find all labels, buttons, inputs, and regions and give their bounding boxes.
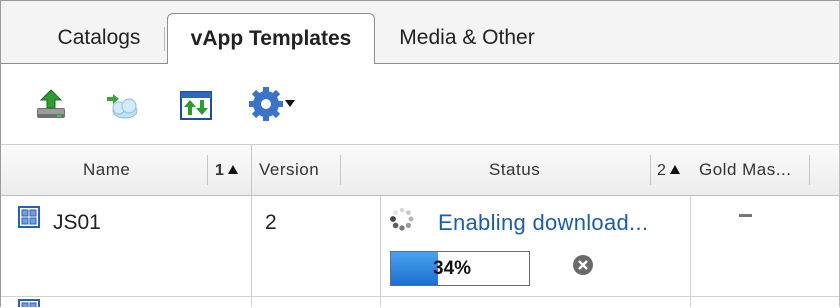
tab-bar: Catalogs vApp Templates Media & Other <box>1 1 839 65</box>
column-header-gold-master[interactable]: Gold Mas... <box>699 145 791 195</box>
sort-ascending-icon <box>669 165 680 174</box>
column-divider <box>340 155 341 185</box>
cell-name[interactable]: JS01 <box>53 211 101 235</box>
progress-bar: 34% <box>390 251 530 286</box>
cancel-icon[interactable] <box>571 253 595 277</box>
column-divider <box>251 145 252 195</box>
column-header-name[interactable]: Name <box>83 145 130 195</box>
column-header-status[interactable]: Status <box>489 145 540 195</box>
column-divider <box>650 155 651 185</box>
tab-catalogs[interactable]: Catalogs <box>39 13 165 63</box>
sort-order-label: 2 <box>657 162 666 179</box>
vapp-template-icon <box>18 299 40 307</box>
status-text[interactable]: Enabling download... <box>438 210 648 236</box>
progress-bar-fill <box>391 252 438 285</box>
column-divider <box>809 155 810 185</box>
add-to-cloud-icon[interactable] <box>103 86 143 126</box>
loading-spinner-icon <box>389 206 415 232</box>
column-divider <box>207 155 208 185</box>
sort-indicator-status[interactable]: 2 <box>657 145 680 195</box>
gear-actions-icon[interactable] <box>249 86 299 126</box>
tab-media-and-other[interactable]: Media & Other <box>387 13 547 63</box>
row-divider <box>1 296 839 297</box>
cell-version: 2 <box>265 211 277 234</box>
cell-gold-master <box>739 214 752 217</box>
progress-percentage: 34% <box>433 258 472 279</box>
sort-ascending-icon <box>227 165 238 174</box>
sort-order-label: 1 <box>215 162 224 179</box>
upload-icon[interactable] <box>31 86 71 126</box>
column-header-version[interactable]: Version <box>259 145 319 195</box>
grid-header: Name 1 Version Status 2 Gold Mas... <box>1 145 839 196</box>
sort-indicator-name[interactable]: 1 <box>215 145 238 195</box>
vapp-templates-panel: Catalogs vApp Templates Media & Other Na… <box>0 0 840 307</box>
vapp-template-icon <box>18 206 40 228</box>
toolbar <box>1 64 839 145</box>
tab-vapp-templates[interactable]: vApp Templates <box>167 13 375 65</box>
sync-icon[interactable] <box>177 86 217 126</box>
